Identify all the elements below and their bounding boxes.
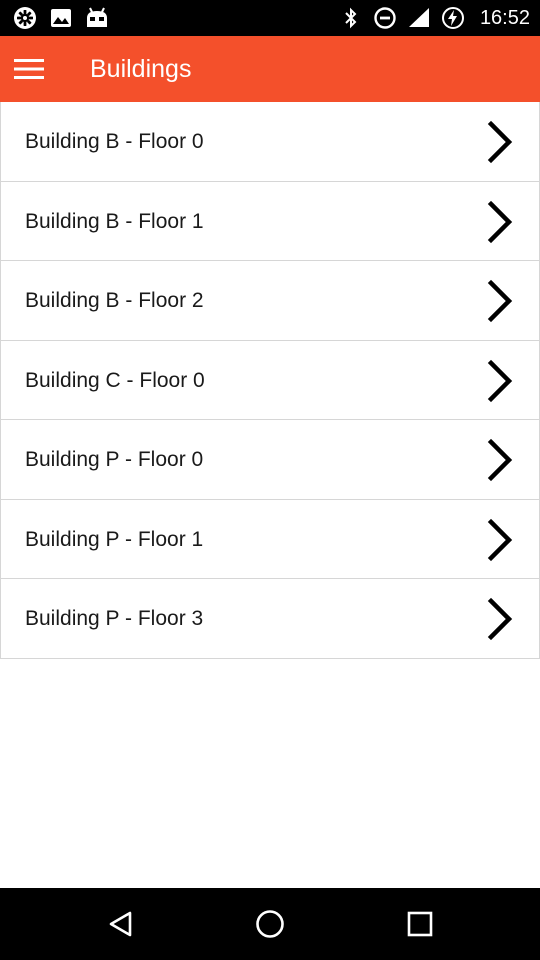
- recents-square-icon: [407, 911, 433, 937]
- list-item-label: Building P - Floor 0: [25, 448, 204, 471]
- notification-icons: [12, 4, 110, 32]
- status-bar: 16:52: [0, 0, 540, 36]
- navigation-bar: [0, 888, 540, 960]
- list-item-building-p-floor-3[interactable]: Building P - Floor 3: [0, 579, 540, 659]
- list-item-label: Building B - Floor 1: [25, 209, 204, 233]
- back-triangle-icon: [109, 911, 132, 937]
- buildings-list: Building B - Floor 0 Building B - Floor …: [0, 102, 540, 659]
- list-item-label: Building P - Floor 3: [25, 607, 204, 630]
- list-item-building-b-floor-0[interactable]: Building B - Floor 0: [0, 102, 540, 182]
- list-item-label: Building B - Floor 2: [25, 289, 204, 312]
- chevron-right-icon: [487, 200, 513, 243]
- chevron-right-icon: [487, 359, 513, 402]
- system-icons: 16:52: [338, 4, 530, 32]
- chevron-right-icon: [487, 438, 513, 482]
- hamburger-menu-icon: [14, 59, 44, 79]
- chevron-right-icon: [487, 518, 513, 561]
- do-not-disturb-icon: [372, 5, 398, 31]
- home-circle-icon: [256, 910, 284, 938]
- back-button[interactable]: [97, 900, 145, 948]
- list-item-building-b-floor-1[interactable]: Building B - Floor 1: [0, 181, 540, 261]
- list-item-building-p-floor-0[interactable]: Building P - Floor 0: [0, 420, 540, 500]
- list-item-label: Building C - Floor 0: [25, 368, 205, 392]
- recents-button[interactable]: [396, 900, 444, 948]
- image-icon: [48, 5, 74, 31]
- signal-icon: [406, 5, 432, 31]
- app-toolbar: Buildings: [0, 36, 540, 102]
- list-item-building-b-floor-2[interactable]: Building B - Floor 2: [0, 261, 540, 341]
- chevron-right-icon: [487, 120, 513, 164]
- battery-charging-icon: [440, 5, 466, 31]
- list-item-label: Building P - Floor 1: [25, 527, 204, 551]
- list-item-label: Building B - Floor 0: [25, 130, 204, 153]
- page-title: Buildings: [90, 55, 192, 83]
- list-item-building-p-floor-1[interactable]: Building P - Floor 1: [0, 499, 540, 579]
- status-time: 16:52: [479, 6, 530, 29]
- menu-button[interactable]: [8, 45, 52, 93]
- home-button[interactable]: [246, 900, 294, 948]
- chevron-right-icon: [487, 597, 513, 641]
- settings-gear-icon: [12, 5, 38, 31]
- list-item-building-c-floor-0[interactable]: Building C - Floor 0: [0, 340, 540, 420]
- bluetooth-icon: [338, 5, 364, 31]
- android-robot-icon: [84, 5, 110, 31]
- chevron-right-icon: [487, 279, 513, 323]
